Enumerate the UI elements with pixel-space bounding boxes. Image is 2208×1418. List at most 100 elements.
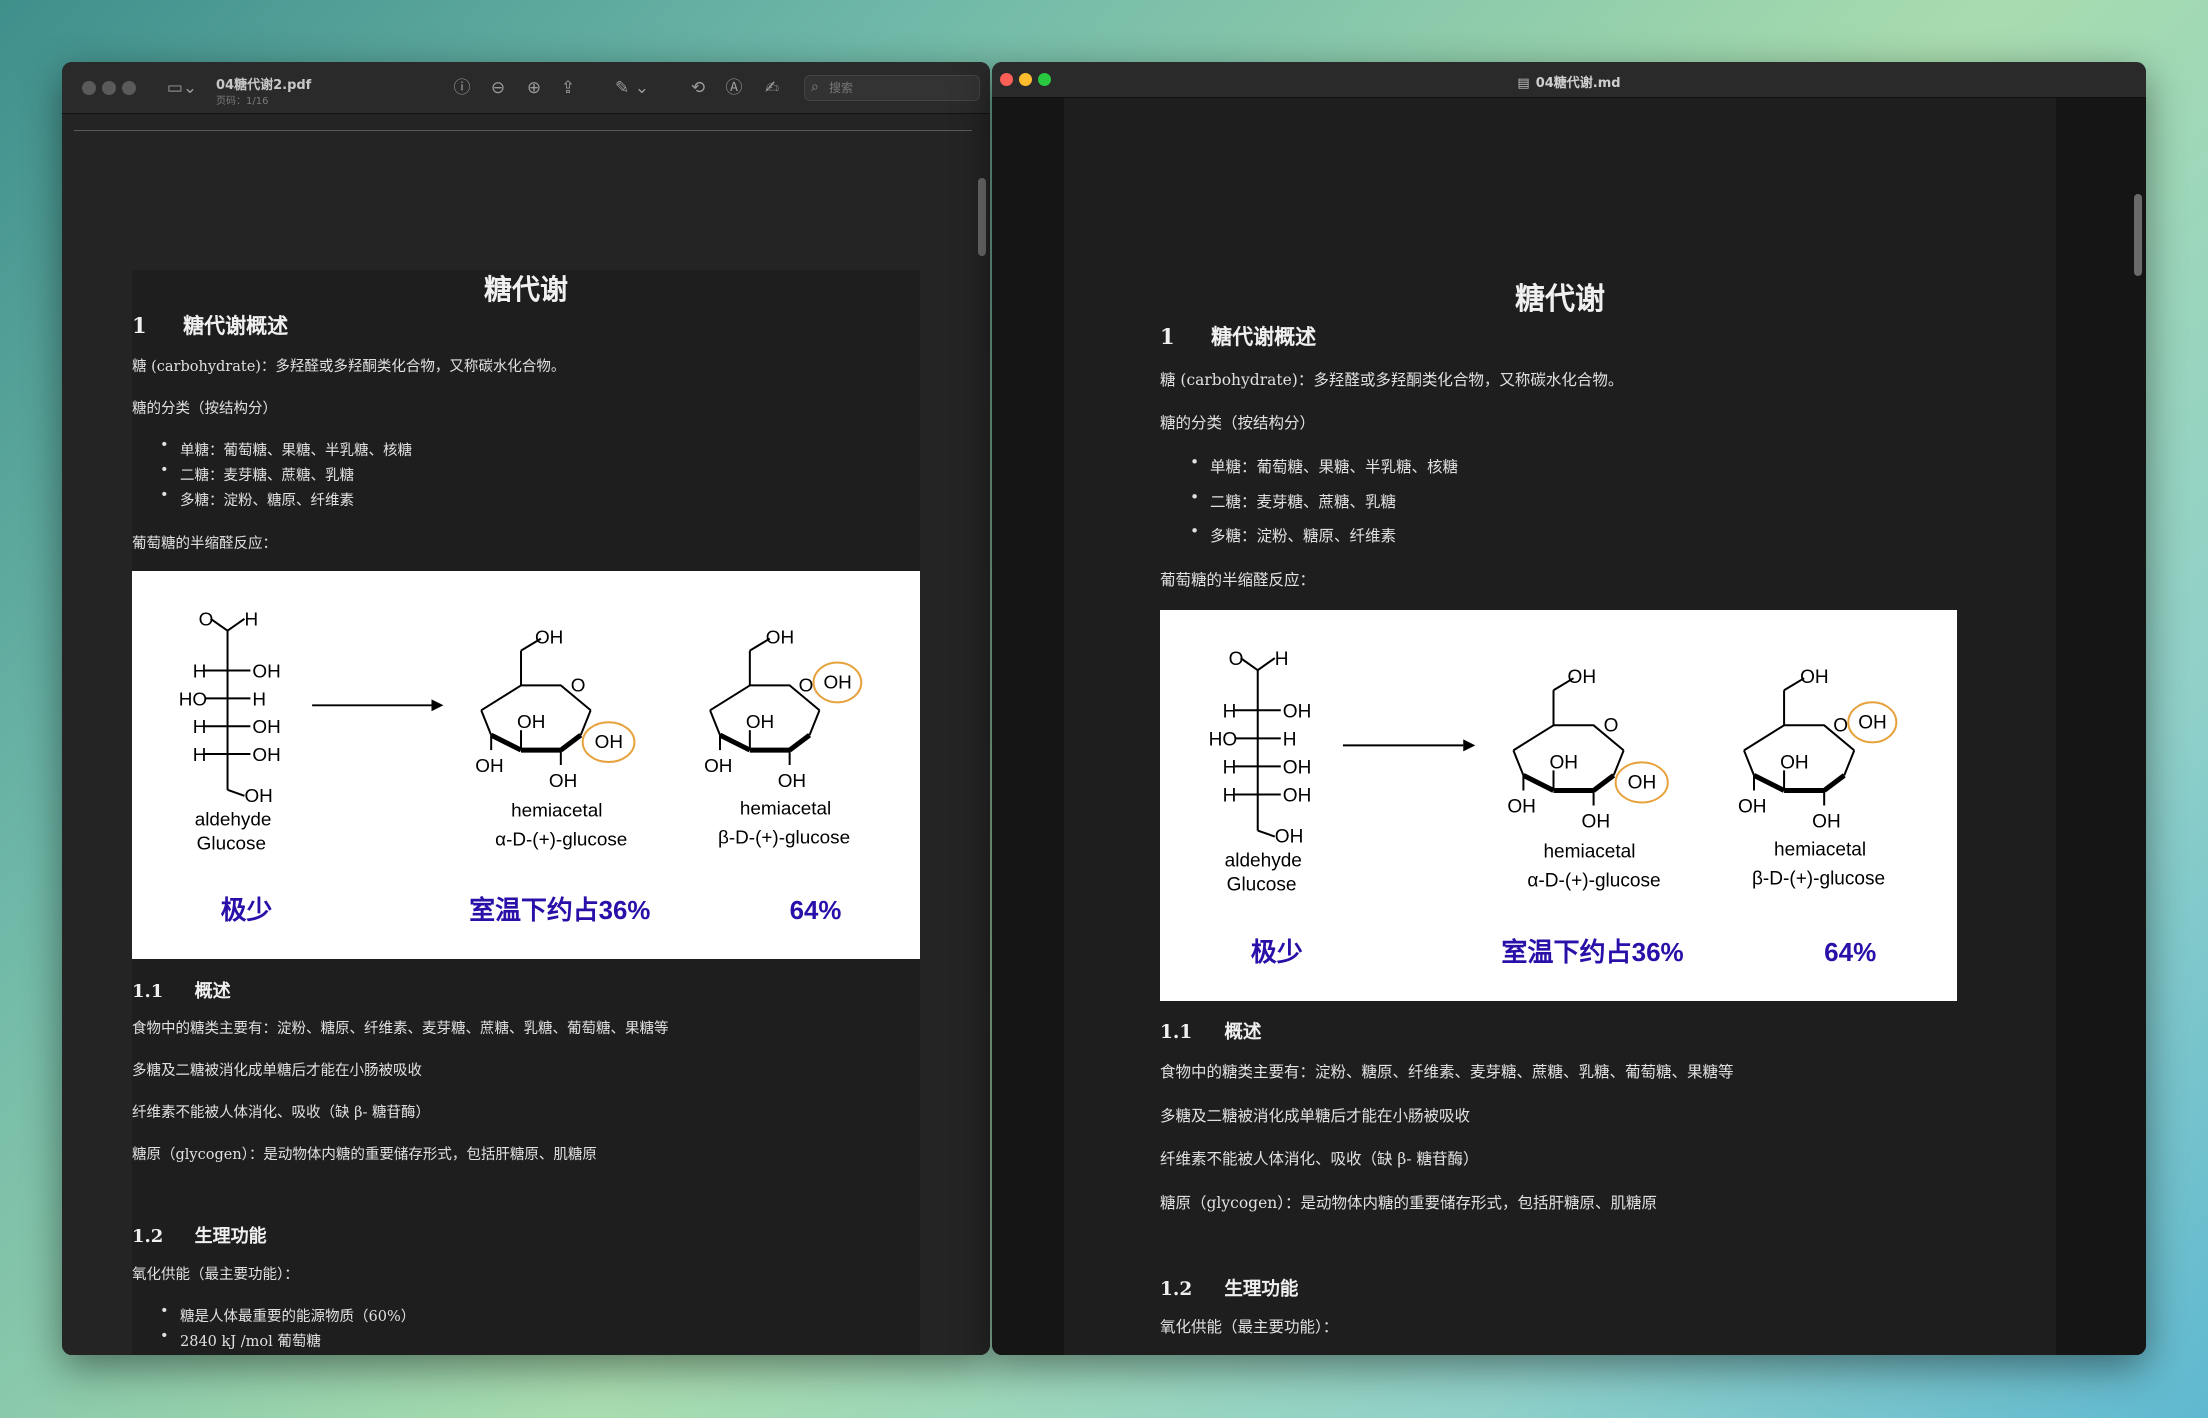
- scrollbar-thumb[interactable]: [2134, 194, 2142, 276]
- svg-text:O: O: [571, 675, 586, 696]
- fig-label-hemi1: hemiacetal: [511, 801, 602, 822]
- search-icon: ⌕: [811, 79, 819, 95]
- svg-text:H: H: [252, 689, 266, 710]
- fig-label-glucose: Glucose: [1227, 875, 1297, 896]
- signature-icon[interactable]: ✍: [760, 76, 784, 100]
- svg-text:OH: OH: [1549, 752, 1578, 773]
- svg-text:OH: OH: [1283, 785, 1312, 806]
- document-title: 04糖代谢2.pdf: [216, 78, 312, 93]
- svg-text:OH: OH: [1812, 812, 1841, 833]
- paragraph-food-sugars: 食物中的糖类主要有：淀粉、糖原、纤维素、麦芽糖、蔗糖、乳糖、葡萄糖、果糖等: [132, 1021, 669, 1037]
- sidebar-icon[interactable]: ▭⌄: [162, 76, 202, 100]
- svg-text:O: O: [799, 675, 814, 696]
- svg-text:OH: OH: [1283, 701, 1312, 722]
- section-1-1-heading: 1.1 概述: [132, 981, 231, 1002]
- info-icon[interactable]: ⓘ: [450, 76, 474, 100]
- markup-icon[interactable]: ✎ ⌄: [610, 76, 654, 100]
- share-icon[interactable]: ⇪: [556, 76, 580, 100]
- section-1-heading: 1 糖代谢概述: [132, 313, 289, 338]
- svg-text:OH: OH: [704, 756, 732, 777]
- markdown-titlebar: ▤ 04糖代谢.md: [992, 62, 2146, 98]
- list-item: 2840 kJ /mol 葡萄糖: [160, 1328, 321, 1351]
- scrollbar-thumb[interactable]: [978, 178, 986, 256]
- svg-text:O: O: [1604, 715, 1619, 736]
- fig-label-beta: β-D-(+)-glucose: [718, 828, 850, 849]
- svg-text:H: H: [193, 745, 207, 766]
- svg-text:OH: OH: [252, 717, 280, 738]
- paragraph-food-sugars: 食物中的糖类主要有：淀粉、糖原、纤维素、麦芽糖、蔗糖、乳糖、葡萄糖、果糖等: [1160, 1063, 1734, 1081]
- pdf-viewer-window: ▭⌄ 04糖代谢2.pdf 页码：1/16 ⓘ ⊖ ⊕ ⇪ ✎ ⌄ ⟲ Ⓐ ✍ …: [62, 62, 990, 1355]
- svg-text:OH: OH: [766, 628, 794, 649]
- svg-text:OH: OH: [1800, 667, 1829, 688]
- svg-text:OH: OH: [244, 786, 272, 807]
- pdf-toolbar: ▭⌄ 04糖代谢2.pdf 页码：1/16 ⓘ ⊖ ⊕ ⇪ ✎ ⌄ ⟲ Ⓐ ✍ …: [62, 62, 990, 114]
- list-item: 多糖：淀粉、糖原、纤维素: [1190, 522, 1396, 546]
- svg-text:H: H: [1283, 729, 1297, 750]
- section-1-2-heading: 1.2 生理功能: [1160, 1279, 1299, 1300]
- svg-text:H: H: [193, 717, 207, 738]
- fig-caption-3: 64%: [790, 897, 842, 925]
- glucose-hemiacetal-figure: OH H OH HO H H OH H OH OH aldehyde Glucose: [132, 571, 920, 959]
- svg-text:OH: OH: [1858, 712, 1887, 733]
- svg-text:O: O: [1229, 649, 1244, 670]
- document-icon: ▤: [1517, 76, 1530, 91]
- page-title: 糖代谢: [483, 273, 568, 306]
- svg-text:OH: OH: [1582, 812, 1611, 833]
- list-item: 单糖：葡萄糖、果糖、半乳糖、核糖: [160, 437, 412, 460]
- svg-text:OH: OH: [746, 712, 774, 733]
- paragraph-glycogen: 糖原（glycogen）：是动物体内糖的重要储存形式，包括肝糖原、肌糖原: [132, 1147, 597, 1163]
- svg-text:O: O: [199, 610, 214, 631]
- rotate-icon[interactable]: ⟲: [686, 76, 710, 100]
- list-item: 糖是人体最重要的能源物质（60%）: [160, 1303, 415, 1326]
- search-field[interactable]: ⌕: [804, 75, 980, 101]
- fig-label-hemi1: hemiacetal: [1543, 842, 1635, 863]
- svg-text:OH: OH: [1275, 827, 1304, 848]
- markdown-filename: 04糖代谢.md: [1535, 76, 1621, 91]
- svg-text:OH: OH: [549, 771, 577, 792]
- annotate-icon[interactable]: Ⓐ: [722, 76, 746, 100]
- svg-text:OH: OH: [252, 745, 280, 766]
- page-title: 糖代谢: [1515, 282, 1605, 317]
- svg-text:OH: OH: [1507, 797, 1536, 818]
- paragraph-cellulose: 纤维素不能被人体消化、吸收（缺 β- 糖苷酶）: [132, 1105, 430, 1121]
- zoom-in-icon[interactable]: ⊕: [522, 76, 546, 100]
- paragraph-hemiacetal: 葡萄糖的半缩醛反应：: [132, 536, 277, 552]
- markdown-editor-window: ▤ 04糖代谢.md 糖代谢 1 糖代谢概述 糖 (carbohydrate)：多…: [992, 62, 2146, 1355]
- search-input[interactable]: [829, 79, 974, 97]
- markdown-title: ▤ 04糖代谢.md: [992, 72, 2146, 91]
- svg-text:H: H: [1275, 649, 1289, 670]
- markdown-content[interactable]: 糖代谢 1 糖代谢概述 糖 (carbohydrate)：多羟醛或多羟酮类化合物…: [1064, 98, 2056, 1355]
- section-1-heading: 1 糖代谢概述: [1160, 324, 1317, 349]
- fig-label-beta: β-D-(+)-glucose: [1752, 869, 1885, 890]
- pdf-canvas[interactable]: 糖代谢 1 糖代谢概述 糖 (carbohydrate)：多羟醛或多羟酮类化合物…: [62, 114, 990, 1355]
- list-item: 二糖：麦芽糖、蔗糖、乳糖: [1190, 488, 1396, 512]
- svg-text:OH: OH: [595, 732, 623, 753]
- fig-label-hemi2: hemiacetal: [1774, 840, 1866, 861]
- fig-label-alpha: α-D-(+)-glucose: [1527, 871, 1660, 892]
- close-button[interactable]: [82, 81, 96, 95]
- paragraph-classification: 糖的分类（按结构分）: [1160, 414, 1316, 432]
- fig-label-aldehyde: aldehyde: [195, 810, 272, 831]
- zoom-window-button[interactable]: [122, 81, 136, 95]
- glucose-structure-diagram: OH H OH HO H H OH H OH OH aldehyde Glucose: [1209, 649, 1898, 967]
- minimize-button[interactable]: [102, 81, 116, 95]
- paragraph-oxidation: 氧化供能（最主要功能）：: [1160, 1318, 1339, 1336]
- svg-text:OH: OH: [1283, 757, 1312, 778]
- svg-text:HO: HO: [179, 689, 207, 710]
- fig-label-alpha: α-D-(+)-glucose: [495, 830, 627, 851]
- svg-text:HO: HO: [1209, 729, 1238, 750]
- list-item: 二糖：麦芽糖、蔗糖、乳糖: [160, 462, 354, 485]
- zoom-out-icon[interactable]: ⊖: [486, 76, 510, 100]
- fig-caption-1: 极少: [1251, 937, 1303, 967]
- svg-text:H: H: [244, 610, 258, 631]
- glucose-hemiacetal-figure: OH H OH HO H H OH H OH OH aldehyde Glucose: [1160, 610, 1957, 1001]
- fig-label-glucose: Glucose: [197, 834, 266, 855]
- fig-caption-1: 极少: [221, 896, 273, 925]
- section-1-1-heading: 1.1 概述: [1160, 1022, 1262, 1043]
- paragraph-digestion: 多糖及二糖被消化成单糖后才能在小肠被吸收: [1160, 1107, 1471, 1125]
- fig-caption-2: 室温下约占36%: [1501, 937, 1683, 967]
- list-item: 多糖：淀粉、糖原、纤维素: [160, 487, 354, 510]
- svg-text:H: H: [1223, 701, 1237, 722]
- page-divider: [74, 130, 972, 131]
- right-margin: [2056, 98, 2146, 1355]
